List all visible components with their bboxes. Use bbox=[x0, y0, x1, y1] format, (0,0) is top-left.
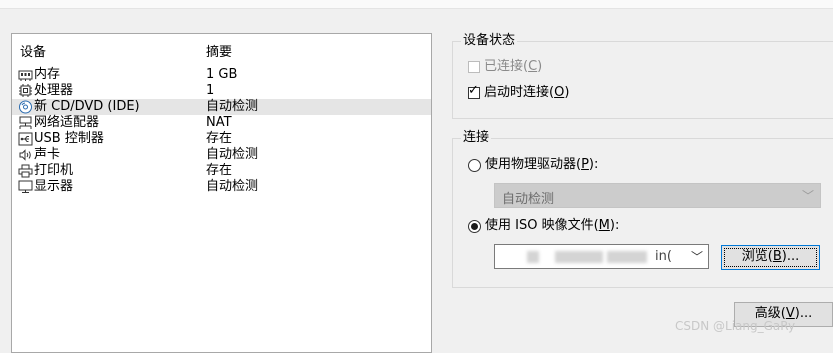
browse-button[interactable]: 浏览(B)... bbox=[721, 245, 820, 270]
device-row-usb-controller[interactable]: USB 控制器 存在 bbox=[12, 131, 431, 147]
device-summary: 自动检测 bbox=[206, 99, 259, 114]
chevron-down-icon[interactable]: ﹀ bbox=[691, 248, 703, 265]
device-row-cd-dvd[interactable]: 新 CD/DVD (IDE) 自动检测 bbox=[12, 99, 431, 115]
device-name: USB 控制器 bbox=[34, 131, 104, 146]
device-list-header: 设备 摘要 bbox=[20, 41, 431, 60]
focus-ring bbox=[724, 248, 817, 267]
column-header-device[interactable]: 设备 bbox=[20, 41, 46, 60]
top-strip bbox=[0, 0, 833, 9]
connect-at-power-on-label: 启动时连接(O) bbox=[484, 85, 570, 100]
device-row-memory[interactable]: 内存 1 GB bbox=[12, 67, 431, 83]
processor-icon bbox=[18, 84, 33, 98]
device-list[interactable]: 设备 摘要 内存 1 GB 处理器 1 新 CD/DVD (IDE) 自动检测 … bbox=[11, 33, 432, 353]
device-status-group: 设备状态 bbox=[452, 33, 833, 119]
device-summary: 1 bbox=[206, 83, 215, 98]
iso-path-combobox[interactable]: in( ﹀ bbox=[494, 244, 709, 269]
device-name: 显示器 bbox=[34, 179, 74, 194]
redacted-text bbox=[555, 251, 603, 263]
column-header-summary[interactable]: 摘要 bbox=[206, 41, 232, 60]
connect-at-power-on-checkbox-box[interactable]: ✓ bbox=[468, 83, 480, 99]
device-name: 内存 bbox=[34, 67, 61, 82]
device-row-display[interactable]: 显示器 自动检测 bbox=[12, 179, 431, 195]
connected-checkbox[interactable]: 已连接(C) bbox=[468, 59, 542, 75]
physical-drive-value: 自动检测 bbox=[502, 192, 555, 207]
connection-legend: 连接 bbox=[461, 130, 492, 146]
use-iso-image-label: 使用 ISO 映像文件(M): bbox=[485, 218, 620, 233]
connected-checkbox-box[interactable] bbox=[468, 61, 480, 73]
connected-label: 已连接(C) bbox=[484, 59, 543, 74]
device-summary: NAT bbox=[206, 115, 232, 130]
device-summary: 自动检测 bbox=[206, 147, 259, 162]
use-physical-drive-label: 使用物理驱动器(P): bbox=[485, 157, 599, 172]
device-name: 声卡 bbox=[34, 147, 61, 162]
device-row-sound-card[interactable]: 声卡 自动检测 bbox=[12, 147, 431, 163]
device-summary: 存在 bbox=[206, 131, 233, 146]
device-row-printer[interactable]: 打印机 存在 bbox=[12, 163, 431, 179]
device-row-network-adapter[interactable]: 网络适配器 NAT bbox=[12, 115, 431, 131]
device-name: 打印机 bbox=[34, 163, 74, 178]
network-adapter-icon bbox=[18, 116, 33, 130]
printer-icon bbox=[18, 164, 33, 178]
memory-icon bbox=[18, 68, 33, 82]
sound-card-icon bbox=[18, 148, 33, 162]
device-name: 处理器 bbox=[34, 83, 74, 98]
device-status-legend: 设备状态 bbox=[461, 33, 518, 49]
device-summary: 自动检测 bbox=[206, 179, 259, 194]
connect-at-power-on-checkbox[interactable]: ✓ 启动时连接(O) bbox=[468, 83, 570, 101]
device-summary: 存在 bbox=[206, 163, 233, 178]
device-summary: 1 GB bbox=[206, 67, 238, 82]
device-name: 网络适配器 bbox=[34, 115, 100, 130]
use-iso-image-radio[interactable]: 使用 ISO 映像文件(M): bbox=[468, 218, 619, 234]
checkmark-icon: ✓ bbox=[468, 83, 479, 98]
iso-path-value: in( bbox=[655, 249, 672, 264]
physical-drive-select: 自动检测 ﹀ bbox=[494, 183, 821, 208]
watermark: CSDN @Liang_GaRy bbox=[675, 319, 796, 333]
use-physical-drive-radio-circle[interactable] bbox=[468, 158, 481, 172]
use-physical-drive-radio[interactable]: 使用物理驱动器(P): bbox=[468, 157, 598, 173]
device-name: 新 CD/DVD (IDE) bbox=[34, 99, 140, 114]
chevron-down-icon: ﹀ bbox=[801, 189, 814, 203]
redacted-text bbox=[607, 251, 647, 263]
cd-dvd-icon bbox=[18, 100, 33, 114]
usb-icon bbox=[18, 132, 33, 146]
use-iso-image-radio-circle[interactable] bbox=[468, 219, 481, 233]
device-row-processor[interactable]: 处理器 1 bbox=[12, 83, 431, 99]
redacted-text bbox=[527, 251, 539, 263]
display-icon bbox=[18, 180, 33, 194]
